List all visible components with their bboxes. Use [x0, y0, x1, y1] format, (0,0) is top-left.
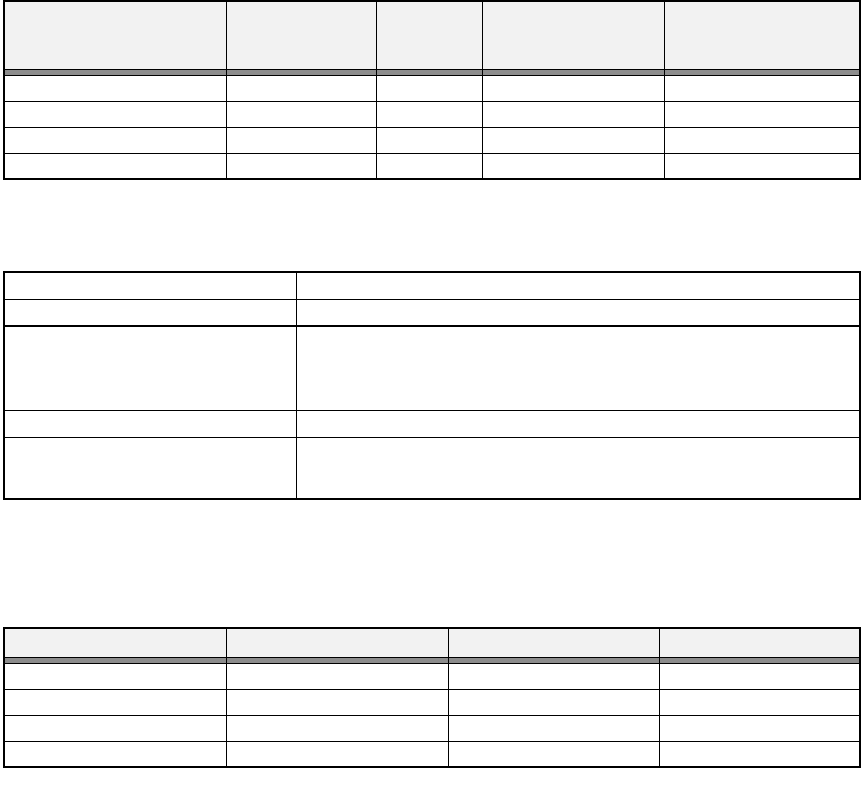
table-row: [4, 689, 860, 715]
table-cell: [376, 127, 482, 153]
table-row: [4, 741, 860, 767]
table-cell: [296, 410, 860, 437]
table-cell: [226, 153, 376, 179]
table-cell: [4, 689, 226, 715]
table-1-header-row: [4, 1, 860, 69]
table-3-header-cell: [448, 628, 659, 657]
table-cell: [482, 101, 664, 127]
table-cell: [4, 153, 226, 179]
table-1-header-cell: [664, 1, 860, 69]
table-cell: [659, 689, 860, 715]
table-1-header-cell: [376, 1, 482, 69]
table-cell: [376, 101, 482, 127]
table-cell: [482, 127, 664, 153]
table-cell: [4, 326, 296, 410]
table-3-header-cell: [659, 628, 860, 657]
table-cell: [4, 410, 296, 437]
table-cell: [226, 663, 448, 689]
table-cell: [226, 75, 376, 101]
table-row: [4, 437, 860, 499]
table-3-header-cell: [4, 628, 226, 657]
table-row: [4, 101, 860, 127]
table-row: [4, 326, 860, 410]
table-cell: [659, 741, 860, 767]
table-row: [4, 127, 860, 153]
table-cell: [296, 326, 860, 410]
table-cell: [482, 75, 664, 101]
table-2: [3, 271, 861, 500]
table-3: [3, 627, 861, 768]
table-1-header-cell: [482, 1, 664, 69]
table-3-header-cell: [226, 628, 448, 657]
table-cell: [4, 741, 226, 767]
table-cell: [296, 299, 860, 326]
table-row: [4, 272, 860, 299]
table-cell: [296, 437, 860, 499]
table-1-header-cell: [226, 1, 376, 69]
table-cell: [482, 153, 664, 179]
table-cell: [226, 689, 448, 715]
table-cell: [4, 437, 296, 499]
table-cell: [4, 75, 226, 101]
table-row: [4, 663, 860, 689]
page: [0, 0, 867, 786]
table-1: [3, 0, 861, 180]
table-cell: [226, 715, 448, 741]
table-row: [4, 75, 860, 101]
table-cell: [376, 153, 482, 179]
table-row: [4, 410, 860, 437]
table-cell: [448, 741, 659, 767]
table-3-header-row: [4, 628, 860, 657]
table-cell: [664, 101, 860, 127]
table-cell: [4, 663, 226, 689]
table-cell: [448, 715, 659, 741]
table-1-header-cell: [4, 1, 226, 69]
table-cell: [4, 127, 226, 153]
table-cell: [664, 127, 860, 153]
table-cell: [4, 272, 296, 299]
table-row: [4, 153, 860, 179]
table-cell: [296, 272, 860, 299]
table-cell: [659, 715, 860, 741]
table-cell: [664, 75, 860, 101]
table-cell: [448, 689, 659, 715]
table-row: [4, 715, 860, 741]
table-cell: [226, 127, 376, 153]
table-cell: [376, 75, 482, 101]
table-cell: [226, 101, 376, 127]
table-cell: [4, 299, 296, 326]
table-cell: [4, 101, 226, 127]
table-cell: [664, 153, 860, 179]
table-cell: [659, 663, 860, 689]
table-row: [4, 299, 860, 326]
table-cell: [226, 741, 448, 767]
table-cell: [4, 715, 226, 741]
table-cell: [448, 663, 659, 689]
